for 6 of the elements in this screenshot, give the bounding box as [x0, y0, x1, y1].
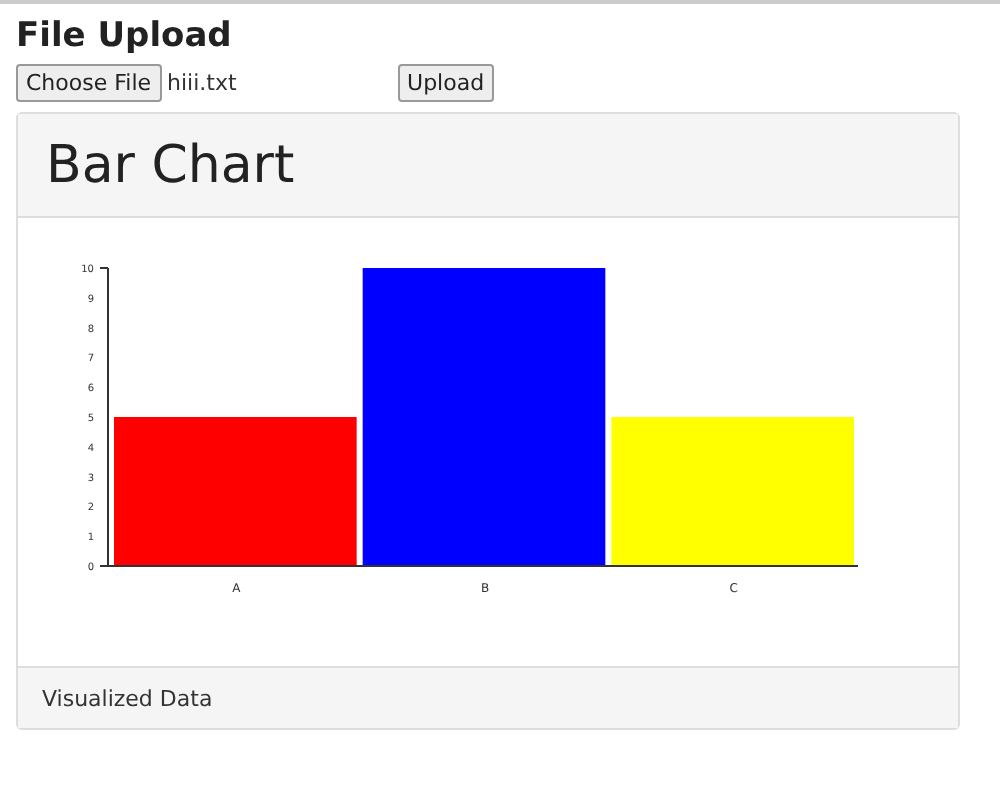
upload-button[interactable]: Upload — [397, 63, 495, 101]
page-title: File Upload — [16, 16, 234, 56]
choose-file-button[interactable]: Choose File — [16, 63, 162, 101]
footer-text: Visualized Data — [42, 685, 213, 711]
file-name: hiii.txt — [167, 69, 239, 95]
panel-title: Bar Chart — [46, 135, 295, 195]
